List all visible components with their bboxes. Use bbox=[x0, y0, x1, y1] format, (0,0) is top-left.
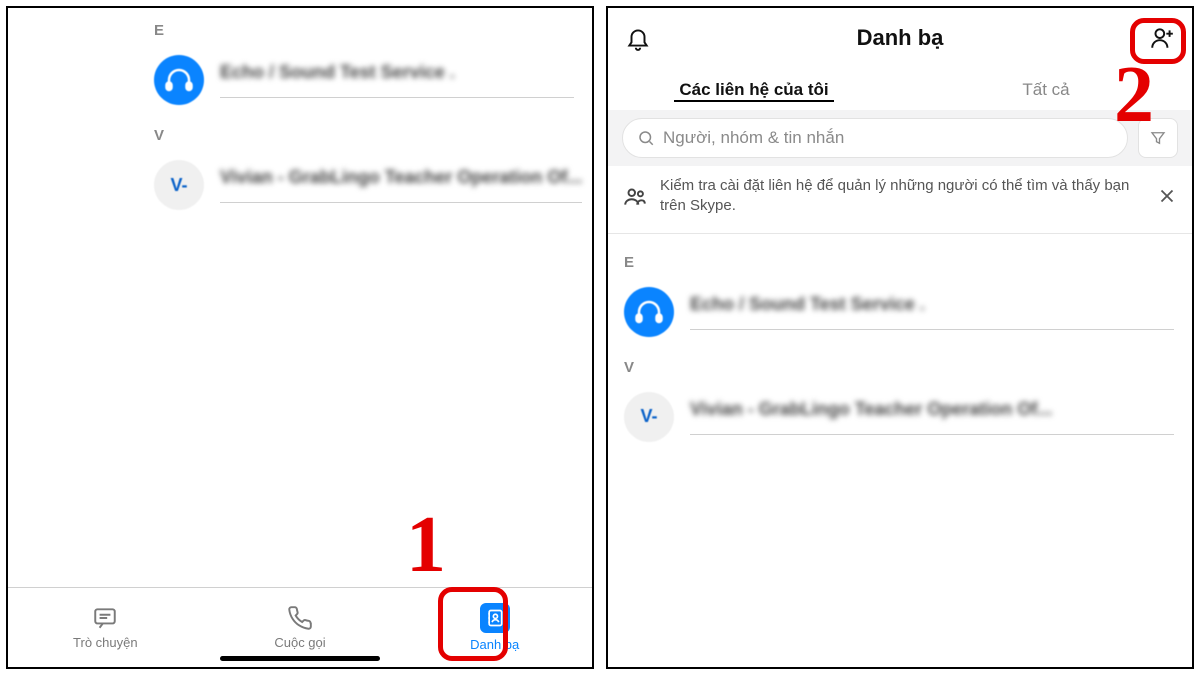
contact-row-echo[interactable]: Echo / Sound Test Service . bbox=[8, 49, 592, 121]
left-screen: E Echo / Sound Test Service . V V- Vivia… bbox=[6, 6, 594, 669]
section-header-e: E bbox=[608, 248, 1192, 281]
settings-banner[interactable]: Kiểm tra cài đặt liên hệ để quản lý nhữn… bbox=[608, 166, 1192, 234]
right-screen: Danh bạ Các liên hệ của tôi Tất cả bbox=[606, 6, 1194, 669]
tab-label: Danh bạ bbox=[470, 637, 519, 652]
chat-icon bbox=[92, 605, 118, 631]
headset-icon bbox=[154, 55, 204, 105]
search-placeholder: Người, nhóm & tin nhắn bbox=[663, 128, 844, 148]
contact-row-echo[interactable]: Echo / Sound Test Service . bbox=[608, 281, 1192, 353]
filter-icon bbox=[1149, 129, 1167, 147]
section-header-e: E bbox=[8, 16, 592, 49]
bottom-tabbar: Trò chuyện Cuộc gọi Danh bạ bbox=[8, 587, 592, 667]
phone-icon bbox=[287, 605, 313, 631]
headset-icon bbox=[624, 287, 674, 337]
page-title: Danh bạ bbox=[857, 25, 944, 51]
tab-chat[interactable]: Trò chuyện bbox=[8, 605, 203, 650]
right-phone: Danh bạ Các liên hệ của tôi Tất cả bbox=[600, 0, 1200, 675]
section-header-v: V bbox=[608, 353, 1192, 386]
subtab-label: Các liên hệ của tôi bbox=[679, 80, 828, 99]
header: Danh bạ bbox=[608, 8, 1192, 68]
bell-icon bbox=[625, 25, 651, 51]
contact-name: Vivian - GrabLingo Teacher Operation Of.… bbox=[690, 399, 1174, 420]
home-indicator bbox=[220, 656, 380, 661]
contacts-list: E Echo / Sound Test Service . V V- Vivia… bbox=[8, 8, 592, 587]
section-header-v: V bbox=[8, 121, 592, 154]
close-icon[interactable] bbox=[1156, 185, 1178, 207]
subtab-label: Tất cả bbox=[1022, 80, 1069, 99]
contact-name: Echo / Sound Test Service . bbox=[220, 62, 574, 83]
tab-contacts[interactable]: Danh bạ bbox=[397, 603, 592, 652]
notifications-button[interactable] bbox=[616, 16, 660, 60]
subtab-my-contacts[interactable]: Các liên hệ của tôi bbox=[608, 70, 900, 110]
banner-text: Kiểm tra cài đặt liên hệ để quản lý nhữn… bbox=[660, 176, 1144, 217]
contacts-list: E Echo / Sound Test Service . V V- Vivia… bbox=[608, 234, 1192, 668]
contact-name: Vivian - GrabLingo Teacher Operation Of.… bbox=[220, 167, 582, 188]
subtab-all[interactable]: Tất cả bbox=[900, 70, 1192, 110]
avatar-initials: V- bbox=[154, 160, 204, 210]
search-row: Người, nhóm & tin nhắn bbox=[608, 110, 1192, 166]
filter-button[interactable] bbox=[1138, 118, 1178, 158]
contact-name: Echo / Sound Test Service . bbox=[690, 294, 1174, 315]
contacts-icon bbox=[480, 603, 510, 633]
add-contact-button[interactable] bbox=[1140, 16, 1184, 60]
tab-calls[interactable]: Cuộc gọi bbox=[203, 605, 398, 650]
avatar-initials: V- bbox=[624, 392, 674, 442]
search-icon bbox=[637, 129, 655, 147]
contact-row-vivian[interactable]: V- Vivian - GrabLingo Teacher Operation … bbox=[608, 386, 1192, 458]
contact-row-vivian[interactable]: V- Vivian - GrabLingo Teacher Operation … bbox=[8, 154, 592, 226]
search-input[interactable]: Người, nhóm & tin nhắn bbox=[622, 118, 1128, 158]
tab-label: Trò chuyện bbox=[73, 635, 138, 650]
people-icon bbox=[622, 183, 648, 209]
add-person-icon bbox=[1149, 25, 1175, 51]
subtabs: Các liên hệ của tôi Tất cả bbox=[608, 70, 1192, 110]
tab-label: Cuộc gọi bbox=[274, 635, 325, 650]
left-phone: E Echo / Sound Test Service . V V- Vivia… bbox=[0, 0, 600, 675]
